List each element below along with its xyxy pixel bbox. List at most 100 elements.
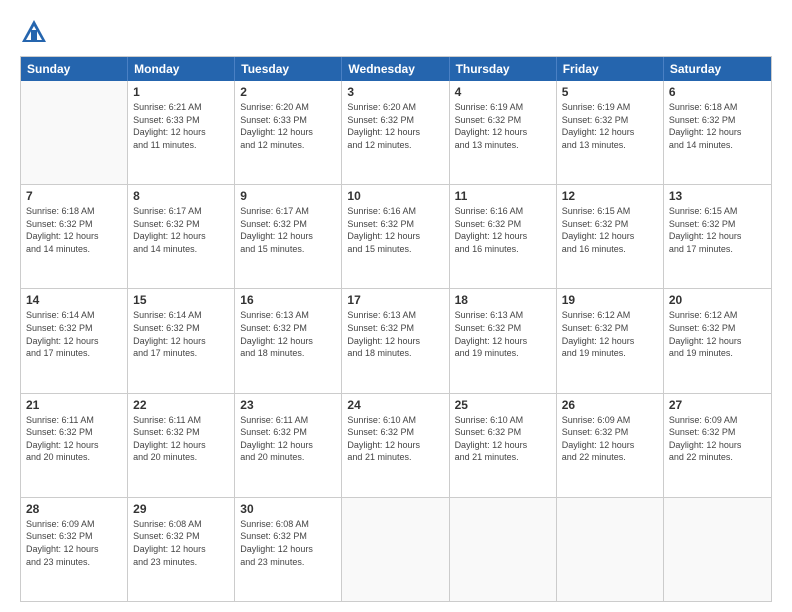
calendar-cell (450, 498, 557, 601)
day-number: 20 (669, 293, 766, 307)
calendar-cell (664, 498, 771, 601)
day-info: Sunrise: 6:12 AM Sunset: 6:32 PM Dayligh… (669, 309, 766, 359)
calendar-header-cell: Sunday (21, 57, 128, 81)
day-number: 4 (455, 85, 551, 99)
day-info: Sunrise: 6:08 AM Sunset: 6:32 PM Dayligh… (133, 518, 229, 568)
day-info: Sunrise: 6:10 AM Sunset: 6:32 PM Dayligh… (455, 414, 551, 464)
calendar-cell: 30 Sunrise: 6:08 AM Sunset: 6:32 PM Dayli… (235, 498, 342, 601)
day-info: Sunrise: 6:09 AM Sunset: 6:32 PM Dayligh… (562, 414, 658, 464)
calendar-cell: 13 Sunrise: 6:15 AM Sunset: 6:32 PM Dayli… (664, 185, 771, 288)
day-number: 11 (455, 189, 551, 203)
calendar-cell: 21 Sunrise: 6:11 AM Sunset: 6:32 PM Dayli… (21, 394, 128, 497)
calendar-cell: 14Sunrise: 6:14 AM Sunset: 6:32 PM Dayli… (21, 289, 128, 392)
calendar-row: 21 Sunrise: 6:11 AM Sunset: 6:32 PM Dayli… (21, 394, 771, 498)
day-info: Sunrise: 6:13 AM Sunset: 6:32 PM Dayligh… (347, 309, 443, 359)
day-info: Sunrise: 6:19 AM Sunset: 6:32 PM Dayligh… (455, 101, 551, 151)
calendar-header-cell: Tuesday (235, 57, 342, 81)
calendar-cell: 3 Sunrise: 6:20 AM Sunset: 6:32 PM Daylig… (342, 81, 449, 184)
calendar-cell: 29 Sunrise: 6:08 AM Sunset: 6:32 PM Dayli… (128, 498, 235, 601)
day-number: 15 (133, 293, 229, 307)
page: SundayMondayTuesdayWednesdayThursdayFrid… (0, 0, 792, 612)
header (20, 18, 772, 46)
day-info: Sunrise: 6:16 AM Sunset: 6:32 PM Dayligh… (455, 205, 551, 255)
calendar-cell: 23 Sunrise: 6:11 AM Sunset: 6:32 PM Dayli… (235, 394, 342, 497)
day-info: Sunrise: 6:15 AM Sunset: 6:32 PM Dayligh… (562, 205, 658, 255)
calendar-cell: 27 Sunrise: 6:09 AM Sunset: 6:32 PM Dayli… (664, 394, 771, 497)
calendar-cell: 9 Sunrise: 6:17 AM Sunset: 6:32 PM Daylig… (235, 185, 342, 288)
calendar-cell: 1 Sunrise: 6:21 AM Sunset: 6:33 PM Daylig… (128, 81, 235, 184)
calendar-cell: 7 Sunrise: 6:18 AM Sunset: 6:32 PM Daylig… (21, 185, 128, 288)
calendar-row: 7 Sunrise: 6:18 AM Sunset: 6:32 PM Daylig… (21, 185, 771, 289)
calendar-cell: 16Sunrise: 6:13 AM Sunset: 6:32 PM Dayli… (235, 289, 342, 392)
calendar-cell: 10Sunrise: 6:16 AM Sunset: 6:32 PM Dayli… (342, 185, 449, 288)
day-info: Sunrise: 6:08 AM Sunset: 6:32 PM Dayligh… (240, 518, 336, 568)
day-info: Sunrise: 6:09 AM Sunset: 6:32 PM Dayligh… (669, 414, 766, 464)
day-number: 9 (240, 189, 336, 203)
logo (20, 18, 52, 46)
day-info: Sunrise: 6:20 AM Sunset: 6:33 PM Dayligh… (240, 101, 336, 151)
day-info: Sunrise: 6:11 AM Sunset: 6:32 PM Dayligh… (240, 414, 336, 464)
day-info: Sunrise: 6:17 AM Sunset: 6:32 PM Dayligh… (240, 205, 336, 255)
calendar-cell: 22 Sunrise: 6:11 AM Sunset: 6:32 PM Dayli… (128, 394, 235, 497)
day-info: Sunrise: 6:18 AM Sunset: 6:32 PM Dayligh… (26, 205, 122, 255)
calendar-cell (557, 498, 664, 601)
logo-icon (20, 18, 48, 46)
calendar-header-cell: Saturday (664, 57, 771, 81)
calendar-cell: 18Sunrise: 6:13 AM Sunset: 6:32 PM Dayli… (450, 289, 557, 392)
day-number: 17 (347, 293, 443, 307)
calendar-cell: 12 Sunrise: 6:15 AM Sunset: 6:32 PM Dayli… (557, 185, 664, 288)
day-number: 12 (562, 189, 658, 203)
day-info: Sunrise: 6:20 AM Sunset: 6:32 PM Dayligh… (347, 101, 443, 151)
day-info: Sunrise: 6:11 AM Sunset: 6:32 PM Dayligh… (26, 414, 122, 464)
day-number: 23 (240, 398, 336, 412)
day-number: 30 (240, 502, 336, 516)
calendar-header-cell: Wednesday (342, 57, 449, 81)
day-number: 6 (669, 85, 766, 99)
day-info: Sunrise: 6:13 AM Sunset: 6:32 PM Dayligh… (455, 309, 551, 359)
calendar-cell: 25 Sunrise: 6:10 AM Sunset: 6:32 PM Dayli… (450, 394, 557, 497)
calendar-body: 1 Sunrise: 6:21 AM Sunset: 6:33 PM Daylig… (21, 81, 771, 601)
calendar-header: SundayMondayTuesdayWednesdayThursdayFrid… (21, 57, 771, 81)
day-number: 14 (26, 293, 122, 307)
day-number: 26 (562, 398, 658, 412)
day-number: 10 (347, 189, 443, 203)
calendar-cell: 19 Sunrise: 6:12 AM Sunset: 6:32 PM Dayli… (557, 289, 664, 392)
calendar-row: 14 Sunrise: 6:14 AM Sunset: 6:32 PM Dayli… (21, 289, 771, 393)
day-number: 7 (26, 189, 122, 203)
day-info: Sunrise: 6:19 AM Sunset: 6:32 PM Dayligh… (562, 101, 658, 151)
day-number: 21 (26, 398, 122, 412)
calendar-cell: 11 Sunrise: 6:16 AM Sunset: 6:32 PM Dayli… (450, 185, 557, 288)
calendar-cell: 4 Sunrise: 6:19 AM Sunset: 6:32 PM Daylig… (450, 81, 557, 184)
day-number: 25 (455, 398, 551, 412)
day-number: 29 (133, 502, 229, 516)
calendar-header-cell: Monday (128, 57, 235, 81)
day-number: 8 (133, 189, 229, 203)
day-number: 16 (240, 293, 336, 307)
day-info: Sunrise: 6:14 AM Sunset: 6:32 PM Dayligh… (133, 309, 229, 359)
day-info: Sunrise: 6:15 AM Sunset: 6:32 PM Dayligh… (669, 205, 766, 255)
day-info: Sunrise: 6:17 AM Sunset: 6:32 PM Dayligh… (133, 205, 229, 255)
day-number: 19 (562, 293, 658, 307)
calendar: SundayMondayTuesdayWednesdayThursdayFrid… (20, 56, 772, 602)
calendar-cell: 6 Sunrise: 6:18 AM Sunset: 6:32 PM Daylig… (664, 81, 771, 184)
day-info: Sunrise: 6:21 AM Sunset: 6:33 PM Dayligh… (133, 101, 229, 151)
day-info: Sunrise: 6:18 AM Sunset: 6:32 PM Dayligh… (669, 101, 766, 151)
day-info: Sunrise: 6:12 AM Sunset: 6:32 PM Dayligh… (562, 309, 658, 359)
calendar-cell: 5Sunrise: 6:19 AM Sunset: 6:32 PM Daylig… (557, 81, 664, 184)
calendar-cell: 24 Sunrise: 6:10 AM Sunset: 6:32 PM Dayli… (342, 394, 449, 497)
day-number: 27 (669, 398, 766, 412)
day-number: 24 (347, 398, 443, 412)
calendar-cell: 26 Sunrise: 6:09 AM Sunset: 6:32 PM Dayli… (557, 394, 664, 497)
day-number: 3 (347, 85, 443, 99)
calendar-cell (21, 81, 128, 184)
day-info: Sunrise: 6:10 AM Sunset: 6:32 PM Dayligh… (347, 414, 443, 464)
day-number: 1 (133, 85, 229, 99)
day-number: 13 (669, 189, 766, 203)
calendar-cell: 28Sunrise: 6:09 AM Sunset: 6:32 PM Dayli… (21, 498, 128, 601)
day-number: 22 (133, 398, 229, 412)
day-info: Sunrise: 6:11 AM Sunset: 6:32 PM Dayligh… (133, 414, 229, 464)
calendar-cell (342, 498, 449, 601)
calendar-header-cell: Thursday (450, 57, 557, 81)
calendar-header-cell: Friday (557, 57, 664, 81)
calendar-cell: 8 Sunrise: 6:17 AM Sunset: 6:32 PM Daylig… (128, 185, 235, 288)
